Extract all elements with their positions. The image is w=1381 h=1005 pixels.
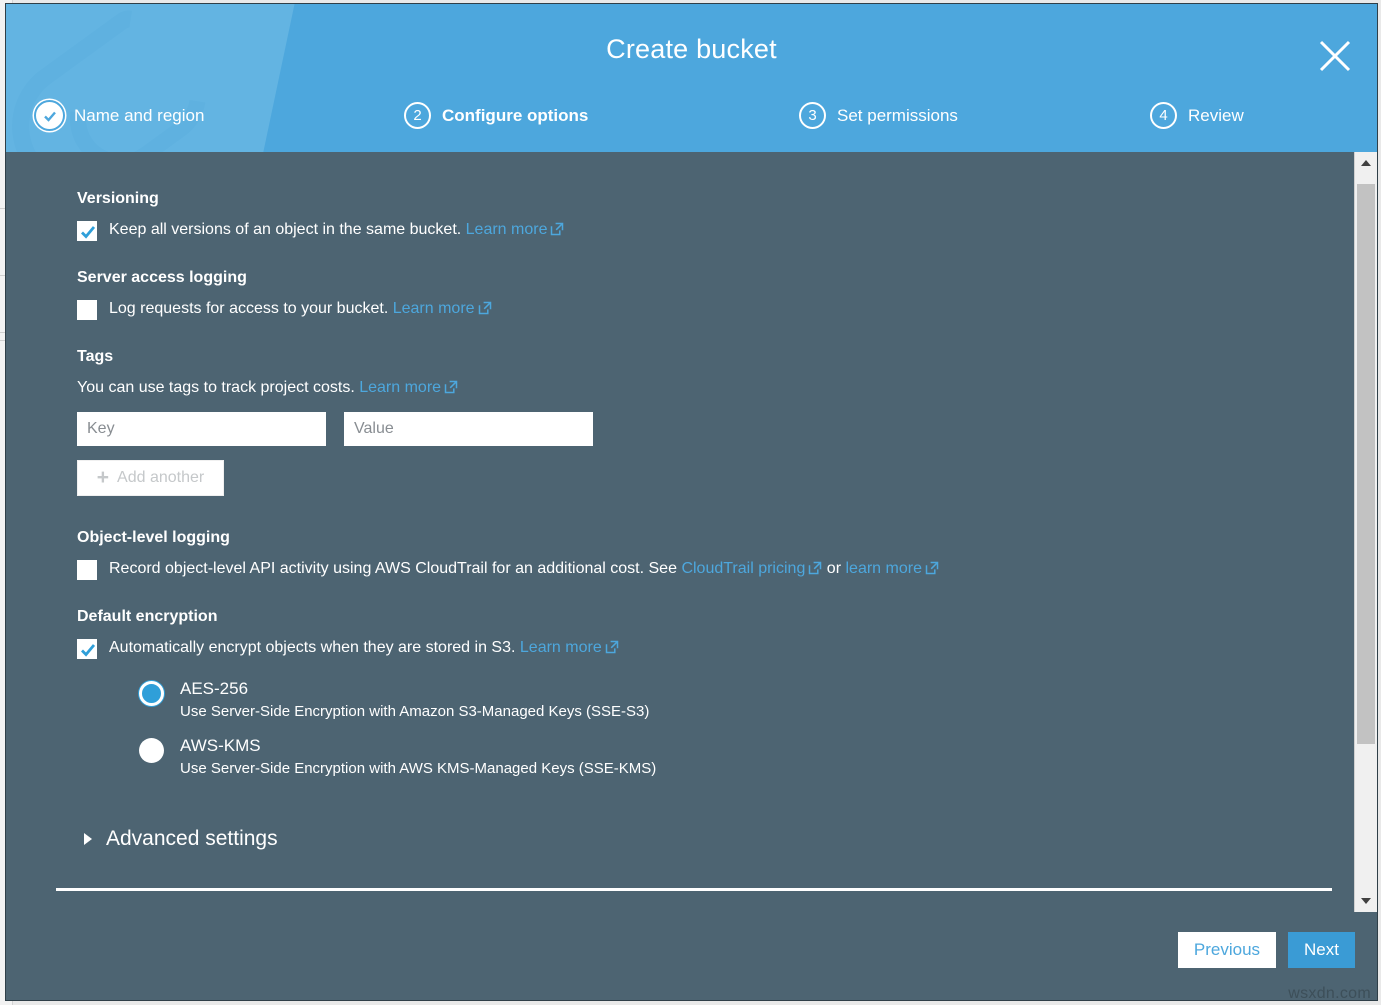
step-label-configure-options: Configure options (442, 106, 588, 126)
scroll-up-icon[interactable] (1355, 152, 1377, 174)
object-level-logging-checkbox[interactable] (77, 560, 97, 580)
object-level-logging-mid-text: or (827, 560, 841, 577)
modal-body: Versioning Keep all versions of an objec… (6, 152, 1377, 912)
scrollbar-thumb[interactable] (1357, 184, 1375, 744)
object-level-logging-description: Record object-level API activity using A… (109, 560, 677, 577)
next-button[interactable]: Next (1288, 932, 1355, 968)
section-versioning: Versioning Keep all versions of an objec… (77, 190, 564, 241)
section-default-encryption: Default encryption Automatically encrypt… (77, 608, 656, 793)
external-link-icon (550, 222, 564, 236)
server-access-logging-description: Log requests for access to your bucket. (109, 300, 388, 317)
radio-aes-256-title: AES-256 (180, 679, 649, 699)
wizard-steps: Name and region 2 Configure options 3 Se… (6, 102, 1377, 144)
tag-value-input[interactable] (344, 412, 593, 446)
section-server-access-logging: Server access logging Log requests for a… (77, 269, 492, 320)
step-label-name-and-region: Name and region (74, 106, 204, 126)
server-access-logging-label: Log requests for access to your bucket. … (109, 299, 492, 319)
external-link-icon (605, 640, 619, 654)
external-link-icon (478, 301, 492, 315)
external-link-icon (444, 380, 458, 394)
add-another-button[interactable]: + Add another (77, 460, 224, 496)
screenshot-root: Create bucket Name and region (0, 0, 1381, 1005)
tags-description: You can use tags to track project costs. (77, 379, 355, 396)
create-bucket-modal: Create bucket Name and region (6, 4, 1377, 1000)
step-check-icon (36, 102, 63, 129)
footer-buttons: Previous Next (1178, 932, 1355, 968)
vertical-scrollbar[interactable] (1354, 152, 1377, 912)
tags-learn-more-link[interactable]: Learn more (359, 379, 441, 396)
radio-aes-256-description: Use Server-Side Encryption with Amazon S… (180, 703, 649, 720)
server-access-logging-checkbox[interactable] (77, 300, 97, 320)
close-icon[interactable] (1313, 34, 1357, 78)
versioning-title: Versioning (77, 190, 564, 208)
cloudtrail-pricing-link[interactable]: CloudTrail pricing (681, 560, 805, 577)
object-level-logging-title: Object-level logging (77, 529, 939, 547)
object-level-logging-label: Record object-level API activity using A… (109, 559, 939, 579)
step-configure-options[interactable]: 2 Configure options (404, 102, 588, 129)
server-access-logging-title: Server access logging (77, 269, 492, 287)
versioning-learn-more-link[interactable]: Learn more (466, 221, 548, 238)
radio-aes-256[interactable] (139, 681, 164, 706)
default-encryption-option-row: Automatically encrypt objects when they … (77, 638, 656, 659)
modal-footer: Previous Next (6, 912, 1377, 1000)
tags-description-row: You can use tags to track project costs.… (77, 378, 593, 398)
versioning-option-row: Keep all versions of an object in the sa… (77, 220, 564, 241)
add-another-label: Add another (117, 469, 204, 487)
modal-header: Create bucket Name and region (6, 4, 1377, 152)
versioning-checkbox[interactable] (77, 221, 97, 241)
server-access-logging-learn-more-link[interactable]: Learn more (393, 300, 475, 317)
radio-aws-kms-title: AWS-KMS (180, 736, 656, 756)
advanced-settings-toggle[interactable]: Advanced settings (84, 827, 278, 851)
encryption-option-aes-256[interactable]: AES-256 Use Server-Side Encryption with … (139, 679, 656, 720)
server-access-logging-option-row: Log requests for access to your bucket. … (77, 299, 492, 320)
watermark: wsxdn.com (1288, 985, 1371, 1003)
default-encryption-title: Default encryption (77, 608, 656, 626)
scroll-down-icon[interactable] (1355, 890, 1377, 912)
step-number-3: 3 (799, 102, 826, 129)
modal-title: Create bucket (6, 34, 1377, 65)
external-link-icon (808, 561, 822, 575)
step-label-set-permissions: Set permissions (837, 106, 958, 126)
default-encryption-checkbox[interactable] (77, 639, 97, 659)
previous-button[interactable]: Previous (1178, 932, 1276, 968)
step-number-2: 2 (404, 102, 431, 129)
versioning-label: Keep all versions of an object in the sa… (109, 220, 564, 240)
object-level-logging-learn-more-link[interactable]: learn more (845, 560, 921, 577)
step-review[interactable]: 4 Review (1150, 102, 1244, 129)
default-encryption-learn-more-link[interactable]: Learn more (520, 639, 602, 656)
encryption-option-aws-kms[interactable]: AWS-KMS Use Server-Side Encryption with … (139, 736, 656, 777)
radio-aws-kms[interactable] (139, 738, 164, 763)
chevron-right-icon (84, 833, 92, 845)
section-tags: Tags You can use tags to track project c… (77, 348, 593, 496)
step-number-4: 4 (1150, 102, 1177, 129)
radio-aws-kms-description: Use Server-Side Encryption with AWS KMS-… (180, 760, 656, 777)
object-level-logging-option-row: Record object-level API activity using A… (77, 559, 939, 580)
step-name-and-region[interactable]: Name and region (36, 102, 204, 129)
section-object-level-logging: Object-level logging Record object-level… (77, 529, 939, 580)
advanced-settings-label: Advanced settings (106, 827, 278, 851)
versioning-description: Keep all versions of an object in the sa… (109, 221, 461, 238)
tag-input-row (77, 412, 593, 446)
step-label-review: Review (1188, 106, 1244, 126)
step-set-permissions[interactable]: 3 Set permissions (799, 102, 958, 129)
default-encryption-description: Automatically encrypt objects when they … (109, 639, 515, 656)
section-divider (56, 888, 1332, 891)
tag-key-input[interactable] (77, 412, 326, 446)
tags-title: Tags (77, 348, 593, 366)
encryption-options-group: AES-256 Use Server-Side Encryption with … (139, 679, 656, 777)
external-link-icon (925, 561, 939, 575)
default-encryption-label: Automatically encrypt objects when they … (109, 638, 619, 658)
